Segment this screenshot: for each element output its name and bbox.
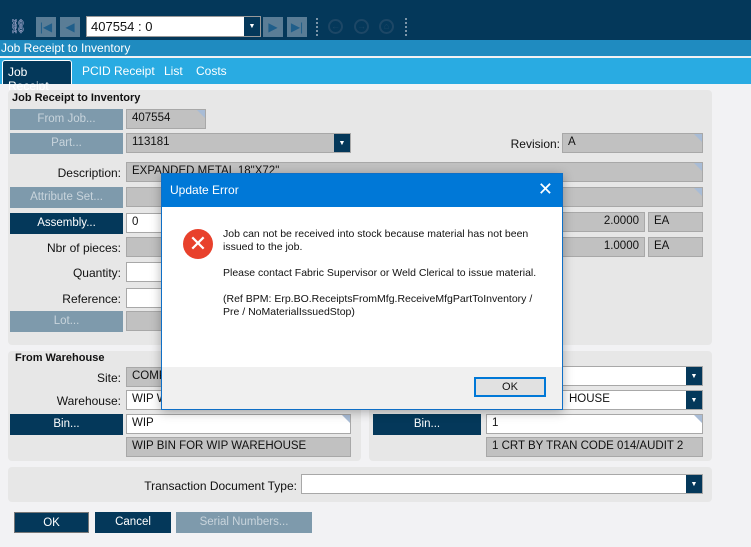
- serial-numbers-button[interactable]: Serial Numbers...: [176, 512, 312, 533]
- assembly-uom: EA: [648, 212, 703, 232]
- divider: [316, 18, 318, 36]
- tab-costs[interactable]: Costs: [196, 64, 227, 78]
- from-bin-description: WIP BIN FOR WIP WAREHOUSE: [126, 437, 351, 457]
- revision-field[interactable]: A: [562, 133, 703, 153]
- to-bin-description: 1 CRT BY TRAN CODE 014/AUDIT 2: [486, 437, 703, 457]
- dialog-ok-button[interactable]: OK: [474, 377, 546, 397]
- reference-label: Reference:: [62, 292, 121, 306]
- lot-button[interactable]: Lot...: [10, 311, 123, 332]
- home-icon[interactable]: ⌂: [379, 19, 394, 34]
- tab-pcid-receipt[interactable]: PCID Receipt: [82, 64, 155, 78]
- close-icon[interactable]: ✕: [538, 179, 553, 200]
- ok-button[interactable]: OK: [14, 512, 89, 533]
- part-combo[interactable]: 113181 ▼: [126, 133, 351, 153]
- warehouse-label: Warehouse:: [56, 394, 121, 408]
- message-line: Please contact Fabric Supervisor or Weld…: [223, 267, 537, 279]
- dialog-message: Job can not be received into stock becau…: [223, 228, 543, 332]
- dialog-title: Update Error: [170, 183, 239, 197]
- previous-record-button[interactable]: ◀: [60, 17, 80, 37]
- binoculars-icon[interactable]: ⛓: [9, 18, 27, 35]
- chevron-down-icon[interactable]: ▼: [686, 367, 702, 385]
- description-label: Description:: [57, 166, 121, 180]
- window-title: Job Receipt to Inventory: [0, 40, 751, 56]
- record-value: 407554 : 0: [91, 19, 153, 34]
- chevron-down-icon[interactable]: ▼: [686, 475, 702, 493]
- toolbar: ⛓ |◀ ◀ 407554 : 0 ▼ ▶ ▶| ← → ⌂: [0, 0, 751, 40]
- site-label: Site:: [96, 371, 121, 385]
- pieces-uom: EA: [648, 237, 703, 257]
- error-icon: ✕: [183, 229, 213, 259]
- chevron-down-icon[interactable]: ▼: [686, 391, 702, 409]
- chevron-down-icon[interactable]: ▼: [244, 17, 260, 36]
- forward-icon[interactable]: →: [354, 19, 369, 34]
- attribute-set-button[interactable]: Attribute Set...: [10, 187, 123, 208]
- to-bin-field[interactable]: 1: [486, 414, 703, 434]
- message-line: (Ref BPM: Erp.BO.ReceiptsFromMfg.Receive…: [223, 293, 533, 318]
- divider: [405, 18, 407, 36]
- back-icon[interactable]: ←: [328, 19, 343, 34]
- to-bin-button[interactable]: Bin...: [373, 414, 481, 435]
- to-warehouse-value: HOUSE: [569, 393, 610, 405]
- pieces-label: Nbr of pieces:: [46, 241, 121, 255]
- part-button[interactable]: Part...: [10, 133, 123, 154]
- part-value: 113181: [132, 136, 170, 148]
- from-bin-field[interactable]: WIP: [126, 414, 351, 434]
- from-bin-button[interactable]: Bin...: [10, 414, 123, 435]
- from-job-field[interactable]: 407554: [126, 109, 206, 129]
- section-title: Job Receipt to Inventory: [12, 92, 141, 104]
- transaction-doc-combo[interactable]: ▼: [301, 474, 703, 494]
- from-job-button[interactable]: From Job...: [10, 109, 123, 130]
- from-warehouse-title: From Warehouse: [15, 352, 105, 364]
- record-combo[interactable]: 407554 : 0 ▼: [86, 16, 261, 37]
- message-line: Job can not be received into stock becau…: [223, 228, 529, 253]
- revision-label: Revision:: [510, 137, 560, 151]
- quantity-label: Quantity:: [72, 266, 121, 280]
- tab-job-receipt[interactable]: Job Receipt: [2, 60, 72, 93]
- update-error-dialog: Update Error ✕ ✕ Job can not be received…: [161, 173, 563, 410]
- dialog-header: Update Error: [162, 174, 562, 207]
- dialog-footer: OK: [162, 367, 562, 409]
- last-record-button[interactable]: ▶|: [287, 17, 307, 37]
- first-record-button[interactable]: |◀: [36, 17, 56, 37]
- assembly-button[interactable]: Assembly...: [10, 213, 123, 234]
- next-record-button[interactable]: ▶: [263, 17, 283, 37]
- cancel-button[interactable]: Cancel: [95, 512, 171, 533]
- chevron-down-icon[interactable]: ▼: [334, 134, 350, 152]
- transaction-doc-label: Transaction Document Type:: [144, 479, 297, 493]
- tab-list[interactable]: List: [164, 64, 183, 78]
- tab-bar: Job Receipt PCID Receipt List Costs: [0, 58, 751, 93]
